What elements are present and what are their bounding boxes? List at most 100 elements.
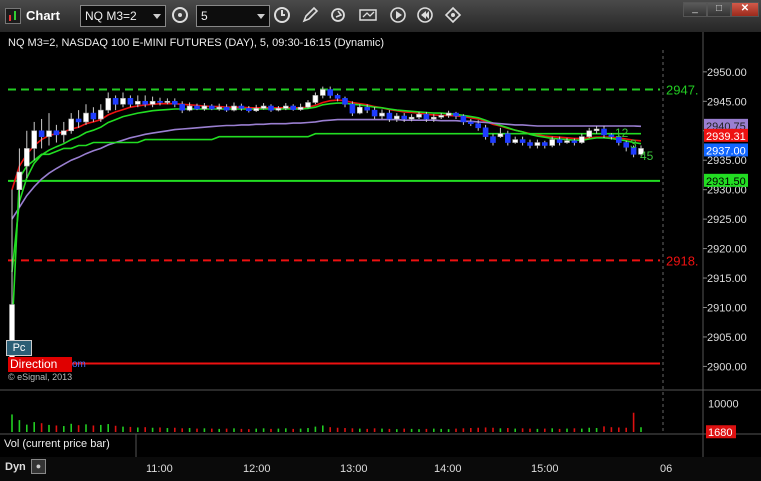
volume-bar [477,427,479,432]
clock-icon[interactable] [272,6,292,26]
interval-value: 5 [201,9,208,23]
volume-bar [396,429,398,432]
x-tick-label: 11:00 [146,463,173,475]
rewind-icon[interactable] [415,6,435,26]
lock-icon[interactable]: ● [31,459,46,474]
volume-bar [159,427,161,432]
pencil-icon[interactable] [300,6,320,26]
volume-bar [314,426,317,432]
volume-bar [536,428,539,432]
volume-bar [359,428,361,432]
volume-bar [151,427,154,432]
volume-bar [129,426,132,432]
volume-bar [344,428,346,432]
volume-bar [351,428,354,432]
refresh-icon[interactable] [328,6,348,26]
volume-bar [122,426,124,432]
y-tick-label: 2950.00 [707,67,747,79]
volume-bar [336,427,339,432]
minimize-button[interactable]: _ [683,2,707,17]
volume-bar [255,428,257,432]
volume-bar [484,427,487,432]
x-tick-label: 13:00 [340,463,368,475]
volume-tick-label: 10000 [708,399,739,411]
price-label: 2931.50 [704,173,748,188]
volume-bar [11,414,13,432]
volume-bar [640,427,642,432]
volume-bar [632,412,635,432]
volume-bar [544,428,546,432]
chevron-down-icon[interactable] [153,14,161,19]
price-chart[interactable]: 2950.002945.002940.002935.002930.002925.… [0,32,761,457]
close-button[interactable]: ✕ [731,2,759,17]
volume-bar [329,427,331,432]
y-tick-label: 2925.00 [707,214,747,226]
volume-bar [529,428,531,432]
clock-icon[interactable] [170,6,190,26]
count-label: 45 [640,149,654,163]
chart-title: NQ M3=2, NASDAQ 100 E-MINI FUTURES (DAY)… [8,37,385,49]
volume-bar [462,428,465,432]
y-tick-label: 2910.00 [707,302,747,314]
volume-bar [33,422,35,432]
volume-bar [566,428,568,432]
volume-bar [507,428,509,432]
price-label: 2918. [666,253,699,268]
volume-bar [292,428,294,432]
volume-bar [144,427,146,432]
svg-text:1680: 1680 [708,427,732,439]
direction-label[interactable]: Direction [8,357,72,372]
volume-bar [40,423,43,432]
volume-bar [440,428,442,432]
volume-bar [455,428,457,432]
volume-bar [174,427,176,432]
volume-bar [410,428,413,432]
x-tick-label: 15:00 [531,463,559,475]
volume-bar [203,428,206,432]
x-tick-label: 06 [660,463,673,475]
x-tick-label: 14:00 [434,463,462,475]
dyn-label[interactable]: Dyn [5,461,26,473]
volume-bar [618,427,620,432]
price-label: 1680 [706,425,736,439]
price-label: 2939.31 [704,128,748,143]
volume-bar [418,429,420,432]
volume-bar [588,427,590,432]
maximize-button[interactable]: □ [707,2,731,17]
y-tick-label: 2900.00 [707,361,747,373]
volume-bar [277,428,280,432]
symbol-input[interactable]: NQ M3=2 [80,5,166,27]
volume-bar [233,428,235,432]
volume-bar [573,428,576,432]
watermark: © eSignal, 2013 [8,372,73,382]
volume-bar [299,428,302,432]
volume-bar [285,428,287,432]
y-tick-label: 2905.00 [707,332,747,344]
volume-bar [48,424,50,432]
volume-bar [425,428,428,432]
x-tick-label: 12:00 [243,463,271,475]
cursor-icon[interactable] [443,6,463,26]
chevron-down-icon[interactable] [257,14,265,19]
volume-bar [240,428,243,432]
volume-bar [322,425,324,432]
count-label: 3 [630,137,637,151]
chart-app-icon [5,8,21,24]
volume-bar [366,428,368,432]
volume-bar [603,426,605,432]
volume-bar [433,428,435,432]
window-title: Chart [26,8,60,23]
y-tick-label: 2915.00 [707,273,747,285]
volume-bar [77,425,80,432]
volume-bar [388,428,391,432]
play-icon[interactable] [388,6,408,26]
volume-bar [114,425,117,432]
chart-style-icon[interactable] [358,6,378,26]
interval-input[interactable]: 5 [196,5,270,27]
volume-bar [218,428,220,432]
volume-bar [492,427,494,432]
volume-bar [196,428,198,432]
volume-bar [26,424,28,432]
volume-bar [307,428,309,432]
pc-label[interactable]: Pc [6,340,32,356]
